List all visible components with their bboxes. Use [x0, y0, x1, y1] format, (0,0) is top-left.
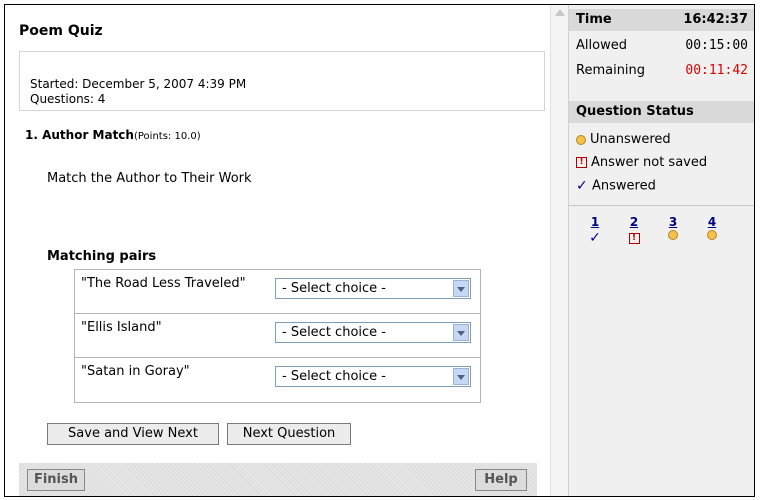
legend-label: Answered [592, 178, 656, 194]
remaining-time: 00:11:42 [685, 63, 748, 78]
legend-label: Answer not saved [591, 155, 708, 170]
question-nav-number[interactable]: 1 [585, 215, 605, 229]
vertical-scrollbar[interactable] [550, 5, 569, 496]
question-status-title: Question Status [576, 104, 694, 119]
choice-select[interactable]: - Select choice - [275, 366, 471, 387]
question-title: 1. Author Match [25, 128, 134, 142]
legend-not-saved: ! Answer not saved [576, 155, 707, 170]
quiz-info-box: Started: December 5, 2007 4:39 PM Questi… [19, 51, 545, 111]
choice-select[interactable]: - Select choice - [275, 322, 471, 343]
timer-current: 16:42:37 [683, 12, 748, 27]
exclamation-box-icon: ! [576, 157, 587, 168]
pair-prompt: "Satan in Goray" [81, 364, 190, 379]
status-sidebar: Time 16:42:37 Allowed 00:15:00 Remaining… [568, 5, 754, 496]
choice-select-value: - Select choice - [282, 325, 386, 340]
legend-answered: ✓ Answered [576, 178, 656, 194]
save-and-view-next-button[interactable]: Save and View Next [47, 423, 219, 445]
question-nav-number[interactable]: 3 [663, 215, 683, 229]
question-nav-number[interactable]: 4 [702, 215, 722, 229]
question-nav-3[interactable]: 3 [663, 215, 683, 244]
choice-select-value: - Select choice - [282, 281, 386, 296]
help-button[interactable]: Help [475, 469, 527, 491]
circle-icon [576, 134, 586, 145]
checkmark-icon: ✓ [589, 230, 601, 246]
checkmark-icon: ✓ [576, 178, 588, 194]
pair-row: "The Road Less Traveled" - Select choice… [75, 270, 480, 314]
pair-row: "Satan in Goray" - Select choice - [75, 358, 480, 402]
matching-pairs-table: "The Road Less Traveled" - Select choice… [74, 269, 481, 403]
timer-header: Time 16:42:37 [569, 9, 754, 31]
exclamation-box-icon: ! [628, 233, 640, 244]
question-text: Match the Author to Their Work [47, 171, 252, 186]
allowed-label: Allowed [576, 38, 627, 53]
pair-prompt: "The Road Less Traveled" [81, 276, 246, 291]
scroll-up-arrow-icon[interactable] [555, 9, 565, 16]
question-nav-1[interactable]: 1 ✓ [585, 215, 605, 246]
legend-unanswered: Unanswered [576, 132, 671, 147]
dropdown-arrow-icon[interactable] [453, 368, 469, 385]
main-panel: Poem Quiz Started: December 5, 2007 4:39… [5, 5, 550, 496]
allowed-time: 00:15:00 [685, 38, 748, 53]
timer-label: Time [576, 12, 612, 27]
question-nav-4[interactable]: 4 [702, 215, 722, 244]
quiz-title: Poem Quiz [19, 23, 103, 39]
started-text: Started: December 5, 2007 4:39 PM [30, 77, 247, 91]
question-nav-number[interactable]: 2 [624, 215, 644, 229]
question-heading: 1. Author Match(Points: 10.0) [25, 128, 201, 142]
choice-select-value: - Select choice - [282, 369, 386, 384]
divider [569, 205, 754, 206]
pair-prompt: "Ellis Island" [81, 320, 162, 335]
legend-label: Unanswered [590, 132, 671, 147]
question-points: (Points: 10.0) [133, 131, 201, 142]
question-status-header: Question Status [569, 101, 754, 123]
question-count: Questions: 4 [30, 92, 106, 106]
quiz-window: Poem Quiz Started: December 5, 2007 4:39… [4, 4, 755, 497]
matching-pairs-label: Matching pairs [47, 249, 157, 264]
finish-button[interactable]: Finish [27, 469, 85, 491]
choice-select[interactable]: - Select choice - [275, 278, 471, 299]
bottom-toolbar: Finish Help [19, 463, 537, 496]
dropdown-arrow-icon[interactable] [453, 280, 469, 297]
circle-icon [668, 230, 678, 240]
next-question-button[interactable]: Next Question [227, 423, 351, 445]
pair-row: "Ellis Island" - Select choice - [75, 314, 480, 358]
remaining-label: Remaining [576, 63, 646, 78]
circle-icon [707, 230, 717, 240]
dropdown-arrow-icon[interactable] [453, 324, 469, 341]
question-nav-2[interactable]: 2 ! [624, 215, 644, 244]
